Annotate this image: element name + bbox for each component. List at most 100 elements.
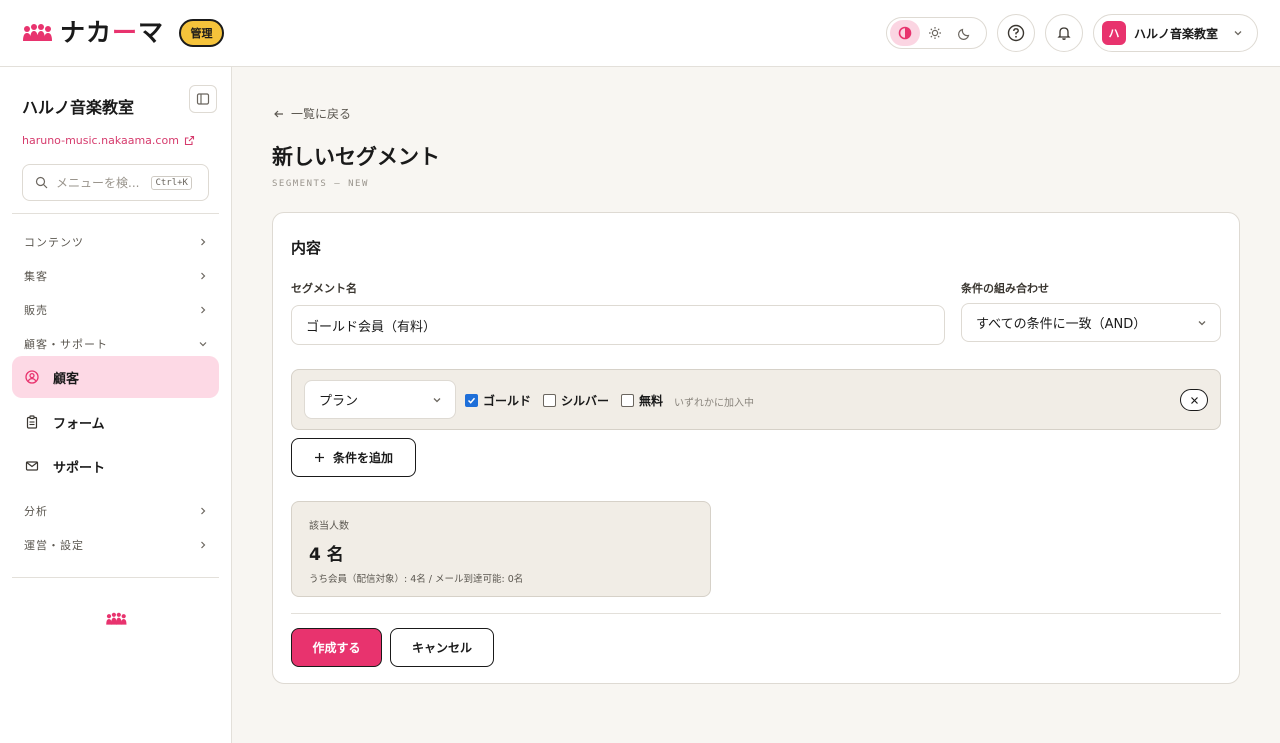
- user-name: ハルノ音楽教室: [1134, 26, 1219, 41]
- add-condition-label: 条件を追加: [332, 451, 393, 465]
- condition-field-value: プラン: [319, 394, 359, 409]
- option-gold-checkbox[interactable]: ゴールド: [465, 392, 531, 409]
- people-logo-icon: [23, 24, 52, 41]
- condition-hint: いずれかに加入中: [674, 398, 754, 409]
- search-placeholder: メニューを検...: [56, 176, 140, 190]
- checkbox-checked[interactable]: [465, 394, 478, 407]
- contrast-icon: [898, 26, 912, 40]
- segment-name-value: ゴールド会員（有料）: [306, 319, 437, 335]
- chevron-right-icon: [201, 238, 206, 246]
- help-icon: [1007, 24, 1025, 42]
- close-icon: [1190, 396, 1198, 404]
- sidebar-item-support[interactable]: サポート: [12, 445, 219, 487]
- chevron-down-icon: [1198, 320, 1206, 325]
- arrow-left-icon: [274, 110, 283, 117]
- nav-section-customers-support[interactable]: 顧客・サポート: [24, 334, 208, 354]
- org-name: ハルノ音楽教室: [22, 98, 135, 117]
- back-to-list-link[interactable]: 一覧に戻る: [273, 105, 351, 122]
- sidebar: ハルノ音楽教室 haruno-music.nakaama.com メニューを検.…: [0, 67, 232, 743]
- option-label: 無料: [639, 394, 664, 408]
- condition-field-select[interactable]: プラン: [304, 380, 456, 419]
- org-site-link[interactable]: haruno-music.nakaama.com: [22, 134, 195, 147]
- nav-section-label: 販売: [24, 304, 48, 317]
- theme-contrast-button[interactable]: [890, 20, 920, 46]
- user-avatar: ハ: [1102, 21, 1126, 45]
- mail-icon: [25, 461, 39, 471]
- option-label: ゴールド: [483, 394, 532, 408]
- nav-section-operations[interactable]: 運営・設定: [24, 535, 208, 555]
- combine-select[interactable]: すべての条件に一致（AND）: [961, 303, 1221, 342]
- nav-section-marketing[interactable]: 集客: [24, 266, 208, 286]
- nav-section-label: 運営・設定: [24, 539, 84, 552]
- nav-section-label: 顧客・サポート: [24, 338, 108, 351]
- nav-section-analytics[interactable]: 分析: [24, 501, 208, 521]
- back-link-label: 一覧に戻る: [291, 107, 352, 121]
- sidebar-item-customers[interactable]: 顧客: [12, 356, 219, 398]
- notifications-button[interactable]: [1045, 14, 1083, 52]
- segment-name-input[interactable]: ゴールド会員（有料）: [291, 305, 945, 345]
- sun-icon: [929, 27, 941, 39]
- brand-logo[interactable]: ナカーマ: [22, 18, 164, 48]
- count-value: 4 名: [309, 545, 344, 565]
- main-content: 一覧に戻る 新しいセグメント SEGMENTS — NEW 内容 セグメント名 …: [232, 67, 1280, 743]
- menu-search-input[interactable]: メニューを検... Ctrl+K: [22, 164, 209, 201]
- combine-label: 条件の組み合わせ: [961, 282, 1049, 295]
- people-logo-icon: [106, 612, 127, 625]
- option-label: シルバー: [561, 394, 610, 408]
- segment-form-card: 内容 セグメント名 ゴールド会員（有料） 条件の組み合わせ すべての条件に一致（…: [272, 212, 1240, 684]
- card-title: 内容: [291, 239, 322, 257]
- search-icon: [35, 176, 48, 189]
- page-subtitle: SEGMENTS — NEW: [272, 179, 369, 189]
- check-icon: [467, 397, 476, 404]
- cancel-button[interactable]: キャンセル: [390, 628, 494, 667]
- count-detail: うち会員（配信対象）: 4名 / メール到達可能: 0名: [309, 574, 524, 585]
- sidebar-divider: [12, 213, 219, 214]
- theme-dark-button[interactable]: [950, 20, 980, 46]
- sidebar-toggle-icon: [196, 93, 210, 105]
- bell-icon: [1057, 27, 1071, 40]
- combine-value: すべての条件に一致（AND）: [976, 317, 1147, 332]
- admin-badge: 管理: [179, 19, 224, 47]
- add-condition-button[interactable]: 条件を追加: [291, 438, 416, 477]
- nav-section-label: 分析: [24, 505, 48, 518]
- option-free-checkbox[interactable]: 無料: [621, 392, 663, 409]
- option-silver-checkbox[interactable]: シルバー: [543, 392, 609, 409]
- count-label: 該当人数: [309, 521, 349, 532]
- create-button[interactable]: 作成する: [291, 628, 382, 667]
- matching-count-panel: 該当人数 4 名 うち会員（配信対象）: 4名 / メール到達可能: 0名: [291, 501, 711, 597]
- condition-row: プラン ゴールド シルバー 無料 いずれかに加入中: [291, 369, 1221, 430]
- sidebar-collapse-button[interactable]: [189, 85, 217, 113]
- chevron-right-icon: [201, 272, 206, 280]
- card-divider: [291, 613, 1221, 614]
- chevron-right-icon: [201, 541, 206, 549]
- chevron-down-icon: [199, 342, 207, 347]
- org-url: haruno-music.nakaama.com: [22, 134, 179, 147]
- plus-icon: [314, 453, 324, 462]
- footer-logo: [103, 612, 129, 626]
- nav-section-sales[interactable]: 販売: [24, 300, 208, 320]
- top-header: ナカーマ 管理 ハ ハルノ音楽教室: [0, 0, 1280, 67]
- user-menu[interactable]: ハ ハルノ音楽教室: [1093, 14, 1258, 52]
- sidebar-item-forms[interactable]: フォーム: [12, 401, 219, 443]
- moon-icon: [958, 28, 970, 40]
- search-shortcut: Ctrl+K: [151, 175, 192, 190]
- help-button[interactable]: [997, 14, 1035, 52]
- nav-section-label: 集客: [24, 270, 48, 283]
- segment-name-label: セグメント名: [291, 282, 357, 295]
- chevron-down-icon: [433, 397, 441, 402]
- nav-section-contents[interactable]: コンテンツ: [24, 232, 208, 252]
- chevron-down-icon: [1234, 31, 1242, 36]
- theme-light-button[interactable]: [920, 20, 950, 46]
- remove-condition-button[interactable]: [1180, 389, 1208, 411]
- chevron-right-icon: [201, 507, 206, 515]
- sidebar-item-label: フォーム: [53, 416, 105, 432]
- external-link-icon: [184, 135, 194, 146]
- checkbox-unchecked[interactable]: [621, 394, 634, 407]
- checkbox-unchecked[interactable]: [543, 394, 556, 407]
- theme-switcher: [886, 17, 987, 49]
- sidebar-item-label: サポート: [53, 460, 106, 476]
- chevron-right-icon: [201, 306, 206, 314]
- nav-section-label: コンテンツ: [24, 236, 84, 249]
- user-circle-icon: [25, 370, 39, 384]
- sidebar-item-label: 顧客: [53, 371, 80, 387]
